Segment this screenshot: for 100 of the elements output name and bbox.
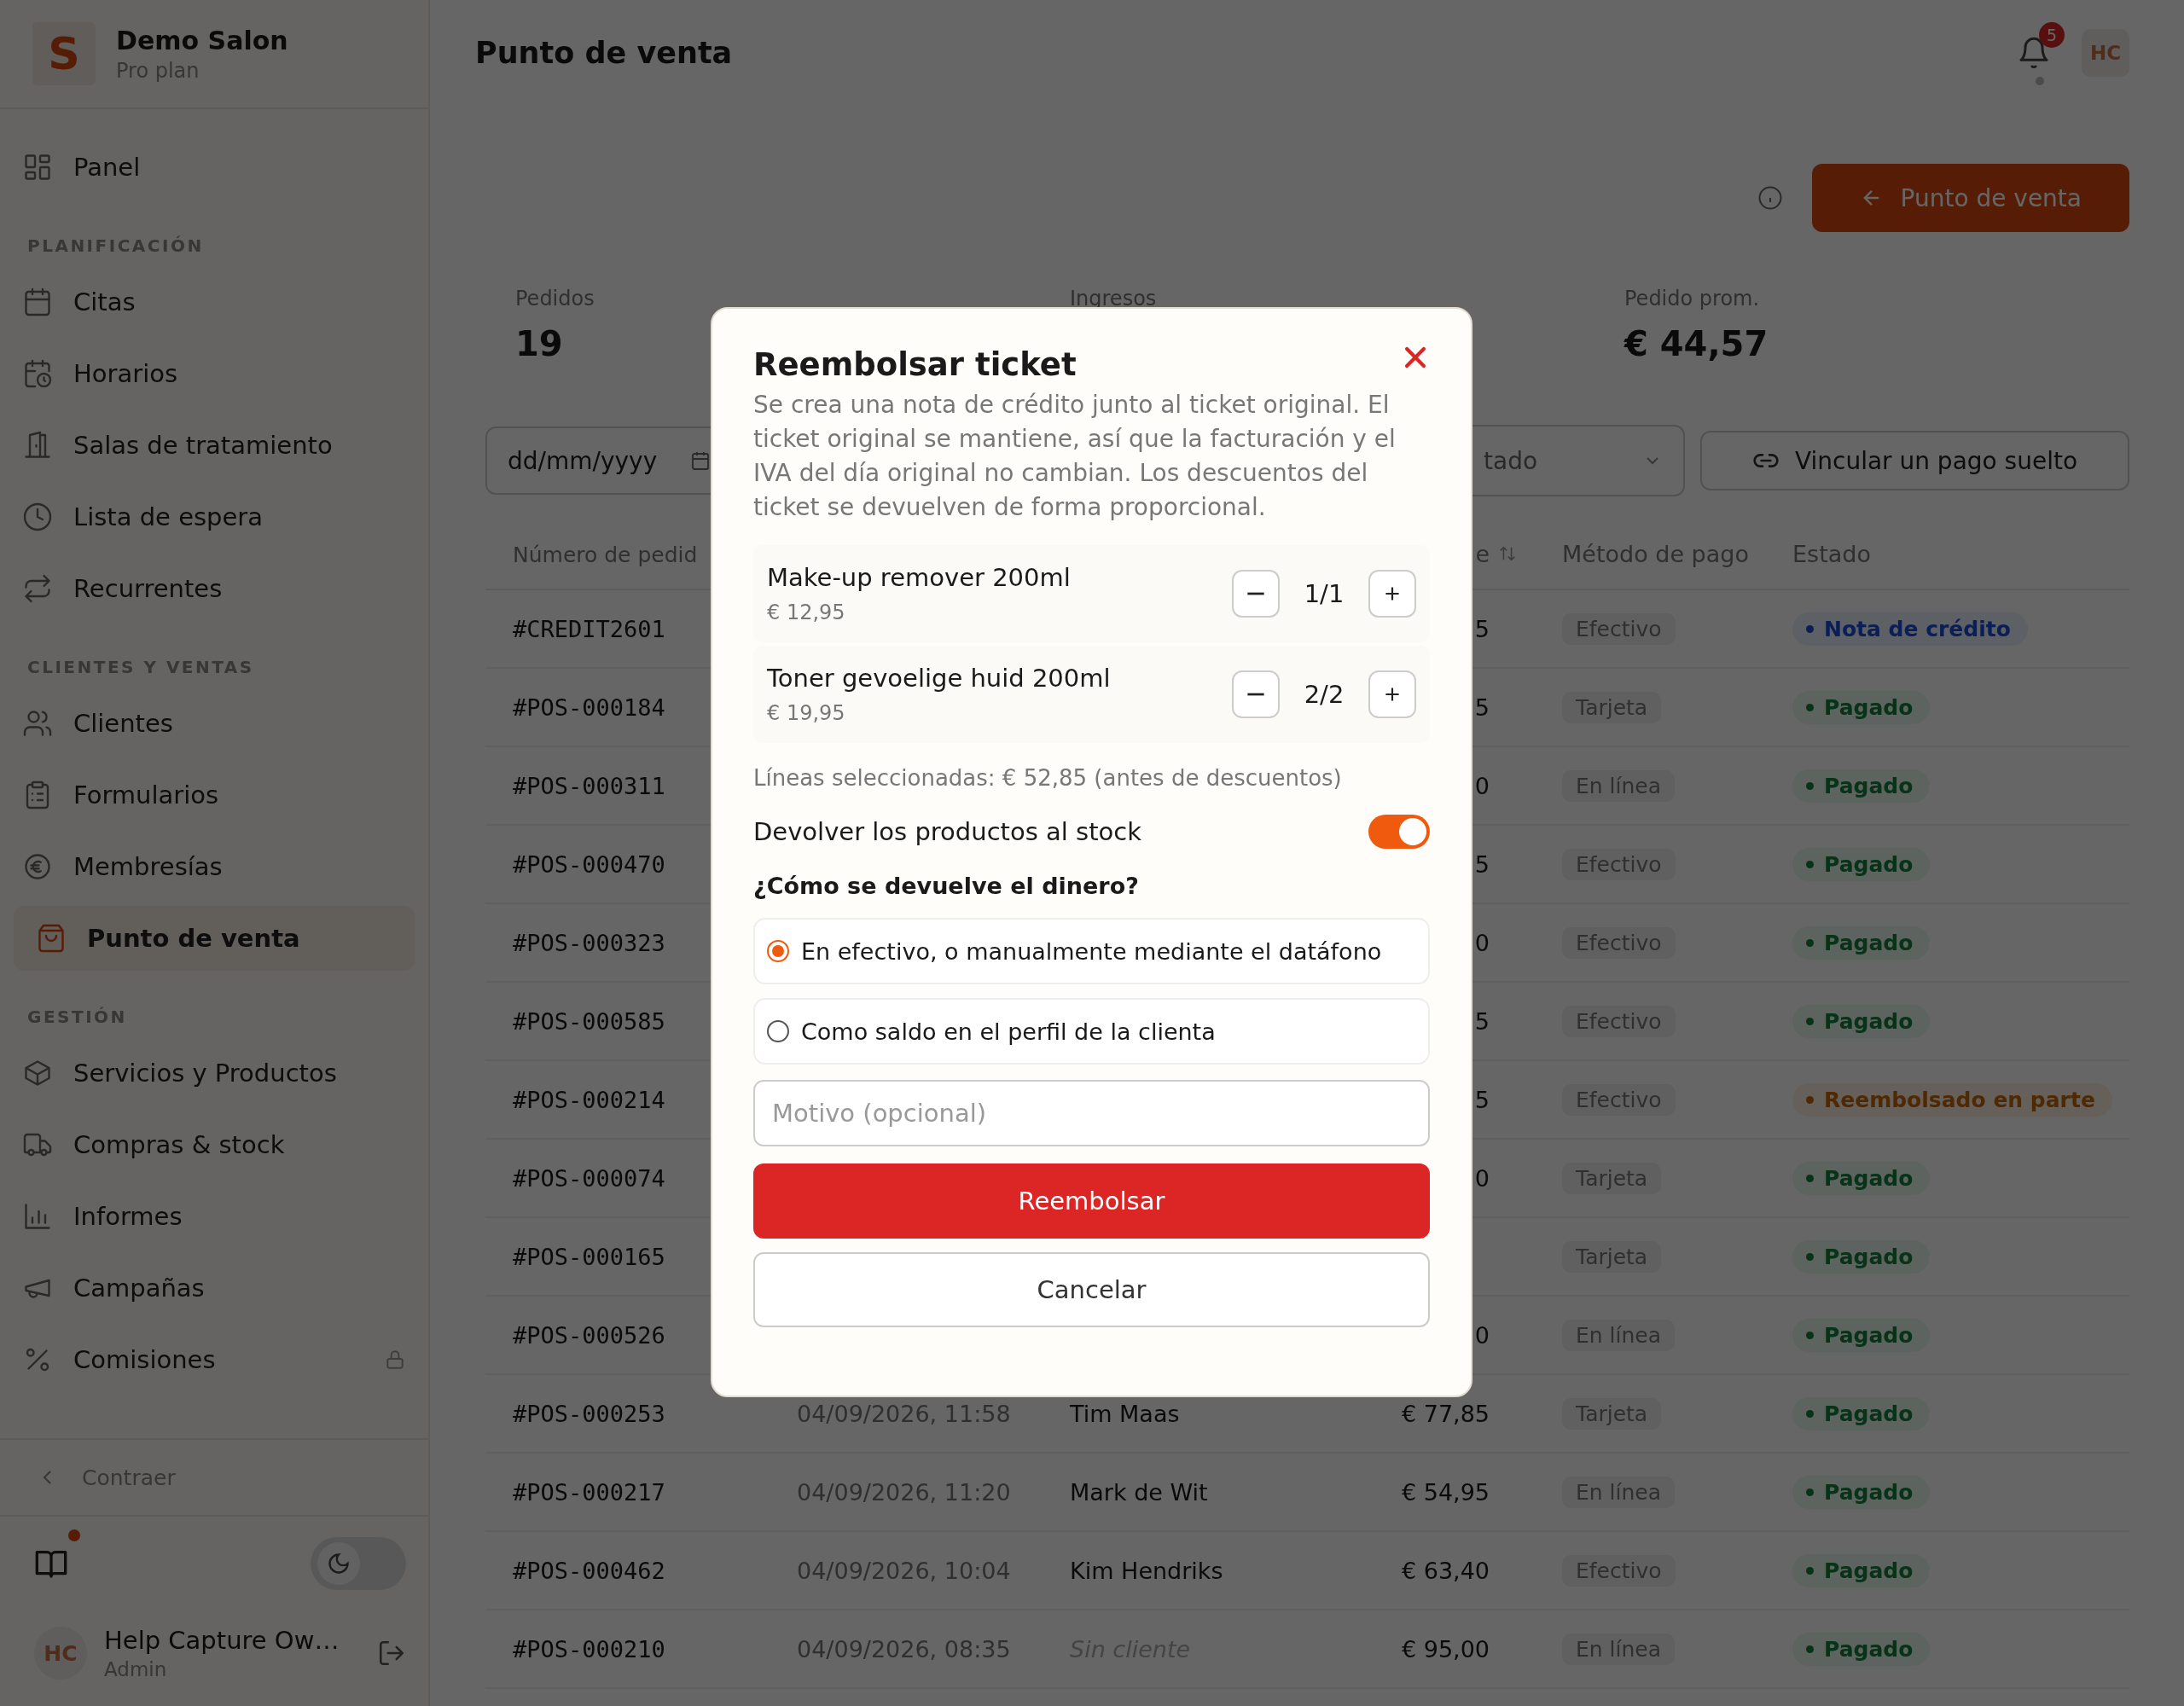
sidebar-item[interactable]: Compras & stock [0,1109,428,1181]
table-cell: 0 [1474,772,1490,799]
calendar-icon [690,450,711,471]
logout-icon[interactable] [377,1639,406,1668]
sidebar-item[interactable]: Punto de venta [14,906,415,971]
increase-button[interactable] [1368,670,1416,718]
status-badge: Reembolsado en parte [1792,1083,2112,1117]
user-avatar: HC [34,1627,87,1680]
table-cell: € 95,00 [1401,1635,1490,1662]
table-cell-text: Mark de Wit [1070,1478,1209,1506]
sidebar-item[interactable]: Salas de tratamiento [0,409,428,481]
minus-icon [1246,591,1265,596]
table-cell: #POS-000585 [513,1007,665,1035]
notification-count: 5 [2039,22,2065,48]
product-price: € 19,95 [767,701,846,725]
pos-button[interactable]: Punto de venta [1811,164,2129,232]
table-cell: #POS-000470 [513,850,665,878]
status-badge: Pagado [1792,691,1931,724]
sidebar-item[interactable]: Clientes [0,688,428,759]
table-cell: #POS-000526 [513,1321,665,1349]
dialog-title: Reembolsar ticket [753,346,1077,383]
user-avatar[interactable]: HC [2082,29,2129,77]
status-badge: Pagado [1792,1162,1931,1195]
decrease-button[interactable] [1232,570,1280,618]
table-cell: 5 [1474,693,1490,721]
status-badge: Pagado [1792,1476,1931,1509]
calendar-clock-icon [22,358,53,389]
status-badge: Pagado [1792,848,1931,881]
dialog-description: Se crea una nota de crédito junto al ticket original. El ticket original se mantiene, así que la facturación y el IVA del día original no cambian. Los descuentos del ticket se devuelven de forma proporcional. [753,390,1397,523]
stat-value: € 44,57 [1624,324,1769,363]
table-cell: € 63,40 [1401,1557,1490,1584]
toggle-label: Devolver los productos al stock [753,817,1142,846]
table-cell: 0 [1474,1321,1490,1349]
table-cell: #POS-000210 [513,1635,665,1662]
shopping-bag-icon [36,923,67,954]
increase-button[interactable] [1368,570,1416,618]
table-cell-text: Tim Maas [1070,1400,1181,1427]
product-price: € 12,95 [767,601,846,624]
users-icon [22,708,53,739]
status-badge: Pagado [1792,1554,1931,1587]
sidebar-item[interactable]: Citas [0,266,428,338]
table-cell: #POS-000323 [513,929,665,956]
decrease-button[interactable] [1232,670,1280,718]
table-cell: #CREDIT2601 [513,615,665,642]
table-cell: #POS-000462 [513,1557,665,1584]
moon-icon [327,1552,351,1575]
sidebar-item[interactable]: Recurrentes [0,553,428,624]
product-name: Make-up remover 200ml [767,563,1072,592]
calendar-icon [22,287,53,317]
selection-summary: Líneas seleccionadas: € 52,85 (antes de descuentos) [753,765,1343,791]
status-badge: Pagado [1792,926,1931,960]
cancel-button[interactable]: Cancelar [753,1252,1430,1327]
status-dot [2036,77,2044,85]
quantity-value: 1/1 [1303,579,1345,608]
table-cell: #POS-000253 [513,1400,665,1427]
minus-icon [1246,692,1265,697]
app-logo: S [32,22,96,85]
radio-button[interactable] [767,940,789,962]
page-title: Punto de venta [475,36,733,70]
euro-badge-icon [22,851,53,882]
link-payment-button[interactable]: Vincular un pago suelto [1700,431,2129,490]
info-icon [1757,185,1783,211]
sidebar-item[interactable]: Comisiones [0,1324,428,1396]
repeat-icon [22,573,53,604]
table-cell: 5 [1474,615,1490,642]
sidebar-item[interactable]: Panel [0,131,428,203]
user-name: Help Capture Ow… [104,1626,340,1655]
table-cell: 5 [1474,1086,1490,1113]
section-question: ¿Cómo se devuelve el dinero? [753,873,1140,899]
radio-button[interactable] [767,1020,789,1042]
sidebar-item[interactable]: Campañas [0,1252,428,1324]
bar-chart-icon [22,1201,53,1232]
product-name: Toner gevoelige huid 200ml [767,664,1112,693]
table-cell: 5 [1474,1007,1490,1035]
refund-option[interactable]: Como saldo en el perfil de la clienta [753,998,1430,1065]
reason-field[interactable]: Motivo (opcional) [753,1080,1430,1146]
refund-button[interactable]: Reembolsar [753,1163,1430,1239]
status-badge: Pagado [1792,1005,1931,1038]
table-cell: #POS-000217 [513,1478,665,1506]
refund-option[interactable]: En efectivo, o manualmente mediante el datáfono [753,918,1430,984]
sidebar-item[interactable]: Horarios [0,338,428,409]
restock-toggle[interactable] [1368,815,1430,849]
sidebar-item[interactable]: Formularios [0,759,428,831]
table-cell: € 54,95 [1401,1478,1490,1506]
status-badge: Nota de crédito [1792,612,2028,646]
sidebar-item[interactable]: Membresías [0,831,428,902]
sidebar-item[interactable]: Informes [0,1181,428,1252]
table-cell: #POS-000311 [513,772,665,799]
table-cell: 0 [1474,1164,1490,1192]
status-badge: Pagado [1792,1240,1931,1274]
table-cell: 0 [1474,929,1490,956]
status-badge: Pagado [1792,1319,1931,1352]
clock-icon [22,502,53,532]
grid-icon [22,152,53,183]
table-cell: #POS-000074 [513,1164,665,1192]
sidebar-item[interactable]: Lista de espera [0,481,428,553]
sidebar-item[interactable]: Servicios y Productos [0,1037,428,1109]
workspace-name: Demo Salon [116,25,288,55]
table-cell: #POS-000214 [513,1086,665,1113]
table-cell-text: Kim Hendriks [1070,1557,1224,1584]
